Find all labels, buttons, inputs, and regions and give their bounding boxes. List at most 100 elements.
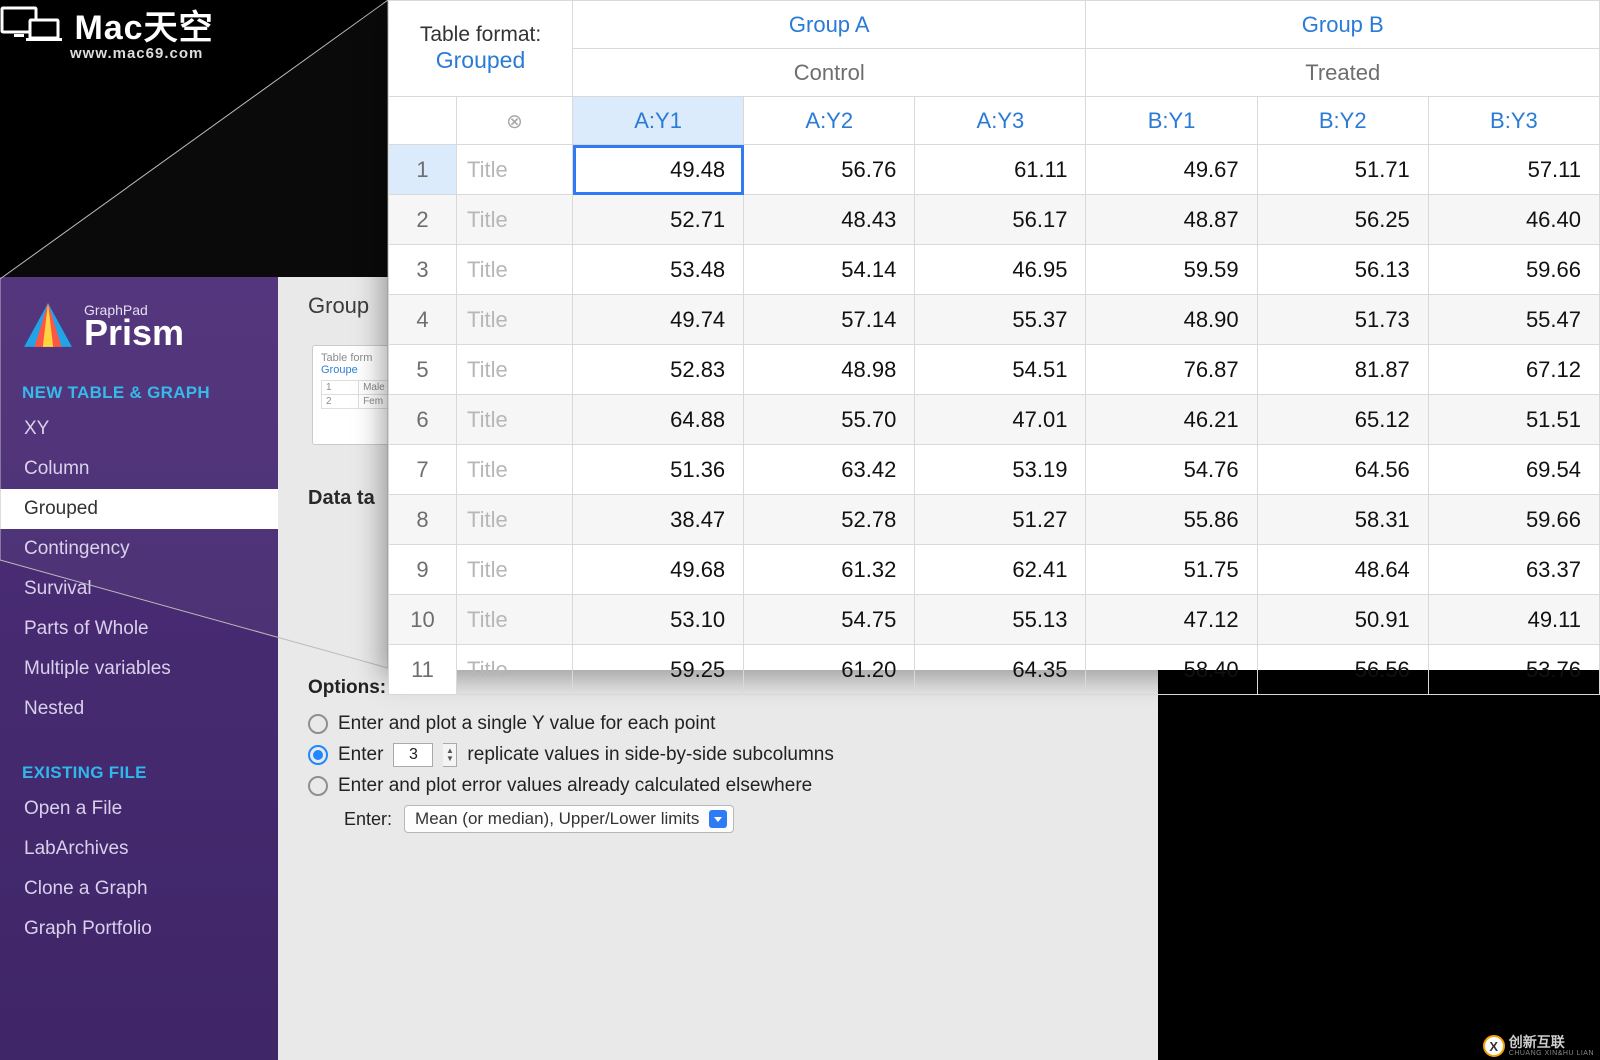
col-ay1[interactable]: A:Y1 [573, 97, 744, 145]
data-cell[interactable]: 51.27 [915, 495, 1086, 545]
data-cell[interactable]: 57.11 [1428, 145, 1599, 195]
row-number[interactable]: 10 [389, 595, 457, 645]
data-cell[interactable]: 53.76 [1428, 645, 1599, 695]
sidebar-item-open-a-file[interactable]: Open a File [0, 789, 278, 829]
data-cell[interactable]: 49.11 [1428, 595, 1599, 645]
data-cell[interactable]: 56.25 [1257, 195, 1428, 245]
data-cell[interactable]: 59.59 [1086, 245, 1257, 295]
radio-single-y[interactable] [308, 714, 328, 734]
data-cell[interactable]: 51.36 [573, 445, 744, 495]
data-cell[interactable]: 54.76 [1086, 445, 1257, 495]
row-number[interactable]: 7 [389, 445, 457, 495]
row-number[interactable]: 5 [389, 345, 457, 395]
data-cell[interactable]: 55.47 [1428, 295, 1599, 345]
col-ay3[interactable]: A:Y3 [915, 97, 1086, 145]
data-cell[interactable]: 61.11 [915, 145, 1086, 195]
data-cell[interactable]: 67.12 [1428, 345, 1599, 395]
data-cell[interactable]: 56.13 [1257, 245, 1428, 295]
data-cell[interactable]: 55.86 [1086, 495, 1257, 545]
row-title[interactable]: Title [457, 295, 573, 345]
data-cell[interactable]: 54.75 [744, 595, 915, 645]
data-cell[interactable]: 63.42 [744, 445, 915, 495]
table-format-value[interactable]: Grouped [390, 47, 571, 74]
data-cell[interactable]: 59.66 [1428, 495, 1599, 545]
row-title[interactable]: Title [457, 395, 573, 445]
data-cell[interactable]: 64.35 [915, 645, 1086, 695]
subgroup-treated[interactable]: Treated [1086, 49, 1600, 97]
data-cell[interactable]: 46.95 [915, 245, 1086, 295]
row-number[interactable]: 11 [389, 645, 457, 695]
data-table[interactable]: Table format: Grouped Group A Group B Co… [388, 0, 1600, 670]
data-cell[interactable]: 53.48 [573, 245, 744, 295]
replicate-stepper[interactable]: ▲▼ [443, 743, 457, 767]
data-cell[interactable]: 51.51 [1428, 395, 1599, 445]
data-cell[interactable]: 51.71 [1257, 145, 1428, 195]
sidebar-item-contingency[interactable]: Contingency [0, 529, 278, 569]
data-cell[interactable]: 58.31 [1257, 495, 1428, 545]
data-cell[interactable]: 56.76 [744, 145, 915, 195]
group-b-header[interactable]: Group B [1086, 1, 1600, 49]
data-cell[interactable]: 48.43 [744, 195, 915, 245]
data-cell[interactable]: 48.98 [744, 345, 915, 395]
subgroup-control[interactable]: Control [573, 49, 1086, 97]
error-type-dropdown[interactable]: Mean (or median), Upper/Lower limits [404, 805, 734, 833]
row-title[interactable]: Title [457, 545, 573, 595]
data-cell[interactable]: 81.87 [1257, 345, 1428, 395]
sidebar-item-graph-portfolio[interactable]: Graph Portfolio [0, 909, 278, 949]
data-cell[interactable]: 57.14 [744, 295, 915, 345]
data-cell[interactable]: 53.10 [573, 595, 744, 645]
data-cell[interactable]: 52.78 [744, 495, 915, 545]
col-by2[interactable]: B:Y2 [1257, 97, 1428, 145]
data-cell[interactable]: 51.75 [1086, 545, 1257, 595]
sidebar-item-nested[interactable]: Nested [0, 689, 278, 729]
data-cell[interactable]: 48.90 [1086, 295, 1257, 345]
data-cell[interactable]: 49.68 [573, 545, 744, 595]
data-cell[interactable]: 55.37 [915, 295, 1086, 345]
data-cell[interactable]: 49.74 [573, 295, 744, 345]
radio-replicates[interactable] [308, 745, 328, 765]
data-cell[interactable]: 69.54 [1428, 445, 1599, 495]
data-cell[interactable]: 56.17 [915, 195, 1086, 245]
data-cell[interactable]: 49.48 [573, 145, 744, 195]
data-cell[interactable]: 54.14 [744, 245, 915, 295]
row-number[interactable]: 3 [389, 245, 457, 295]
data-cell[interactable]: 61.32 [744, 545, 915, 595]
data-cell[interactable]: 47.01 [915, 395, 1086, 445]
sidebar-item-column[interactable]: Column [0, 449, 278, 489]
data-cell[interactable]: 53.19 [915, 445, 1086, 495]
data-cell[interactable]: 55.70 [744, 395, 915, 445]
data-cell[interactable]: 64.56 [1257, 445, 1428, 495]
row-title[interactable]: Title [457, 645, 573, 695]
col-by3[interactable]: B:Y3 [1428, 97, 1599, 145]
row-number[interactable]: 2 [389, 195, 457, 245]
data-cell[interactable]: 52.83 [573, 345, 744, 395]
data-cell[interactable]: 48.87 [1086, 195, 1257, 245]
sidebar-item-clone-a-graph[interactable]: Clone a Graph [0, 869, 278, 909]
data-cell[interactable]: 62.41 [915, 545, 1086, 595]
row-title[interactable]: Title [457, 495, 573, 545]
data-cell[interactable]: 46.40 [1428, 195, 1599, 245]
data-cell[interactable]: 50.91 [1257, 595, 1428, 645]
sidebar-item-parts-of-whole[interactable]: Parts of Whole [0, 609, 278, 649]
sidebar-item-labarchives[interactable]: LabArchives [0, 829, 278, 869]
row-title[interactable]: Title [457, 445, 573, 495]
data-cell[interactable]: 63.37 [1428, 545, 1599, 595]
row-number[interactable]: 4 [389, 295, 457, 345]
row-title[interactable]: Title [457, 145, 573, 195]
sidebar-item-xy[interactable]: XY [0, 409, 278, 449]
replicate-count-input[interactable]: 3 [393, 743, 433, 767]
row-number[interactable]: 1 [389, 145, 457, 195]
data-cell[interactable]: 49.67 [1086, 145, 1257, 195]
row-title[interactable]: Title [457, 595, 573, 645]
col-ay2[interactable]: A:Y2 [744, 97, 915, 145]
row-number[interactable]: 9 [389, 545, 457, 595]
data-cell[interactable]: 55.13 [915, 595, 1086, 645]
row-title[interactable]: Title [457, 345, 573, 395]
data-cell[interactable]: 59.66 [1428, 245, 1599, 295]
data-cell[interactable]: 59.25 [573, 645, 744, 695]
data-cell[interactable]: 76.87 [1086, 345, 1257, 395]
data-cell[interactable]: 52.71 [573, 195, 744, 245]
group-a-header[interactable]: Group A [573, 1, 1086, 49]
data-cell[interactable]: 61.20 [744, 645, 915, 695]
data-cell[interactable]: 38.47 [573, 495, 744, 545]
